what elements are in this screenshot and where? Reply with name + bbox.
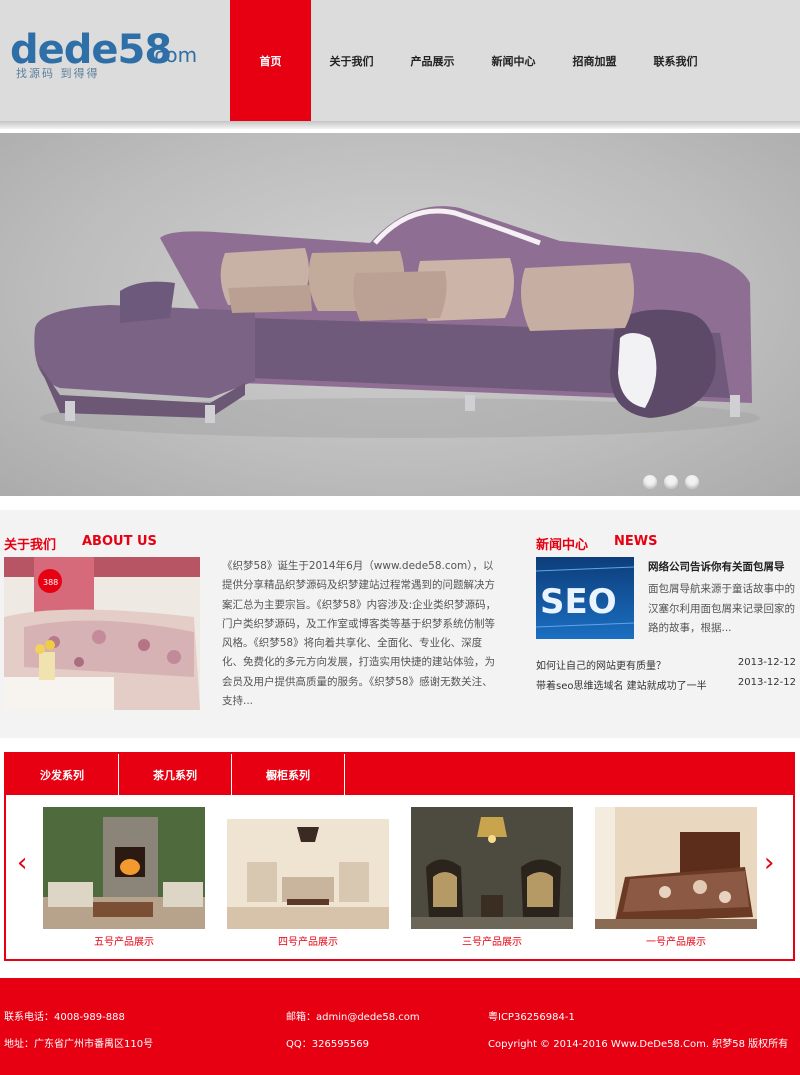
news-list-item[interactable]: 如何让自己的网站更有质量？ 2013-12-12: [536, 657, 796, 672]
news-title-en: NEWS: [614, 534, 658, 549]
slider-dot-3[interactable]: [685, 475, 699, 489]
product-tabs: 沙发系列 茶几系列 橱柜系列: [6, 754, 793, 795]
news-featured-title[interactable]: 网络公司告诉你有关面包屑导: [648, 559, 785, 574]
sofa-illustration: [34, 206, 760, 438]
logo-slogan: 找源码 到得得: [16, 67, 100, 80]
main-nav: 首页 关于我们 产品展示 新闻中心 招商加盟 联系我们: [230, 0, 716, 121]
news-title-cn: 新闻中心: [536, 538, 589, 553]
carousel-prev-arrow[interactable]: ‹: [17, 848, 27, 878]
product-card[interactable]: 四号产品展示: [227, 807, 389, 948]
tab-cabinet[interactable]: 橱柜系列: [232, 754, 345, 795]
nav-item-news[interactable]: 新闻中心: [473, 0, 554, 121]
nav-item-home[interactable]: 首页: [230, 0, 311, 121]
footer-address: 地址：广东省广州市番禺区110号: [4, 1039, 154, 1050]
news-featured-image[interactable]: SEO: [536, 557, 634, 639]
carousel-next-arrow[interactable]: ›: [764, 848, 774, 878]
product-image[interactable]: [43, 807, 205, 929]
hero-banner[interactable]: [0, 133, 800, 496]
product-image[interactable]: [227, 807, 389, 929]
news-item-title: 如何让自己的网站更有质量？: [536, 661, 666, 672]
product-card[interactable]: 一号产品展示: [595, 807, 757, 948]
nav-item-contact[interactable]: 联系我们: [635, 0, 716, 121]
nav-item-about[interactable]: 关于我们: [311, 0, 392, 121]
site-logo[interactable]: dede58 .com 找源码 到得得: [10, 28, 220, 88]
slider-dot-2[interactable]: [664, 475, 678, 489]
about-title-en: ABOUT US: [82, 534, 157, 549]
product-caption: 四号产品展示: [278, 937, 338, 948]
tab-sofa[interactable]: 沙发系列: [6, 754, 119, 795]
news-item-title: 带着seo思维选域名 建站就成功了一半: [536, 681, 707, 692]
news-featured-summary: 面包屑导航来源于童话故事中的汉塞尔利用面包屑来记录回家的路的故事，根据...: [648, 583, 795, 634]
product-caption: 三号产品展示: [462, 937, 522, 948]
logo-tld: .com: [148, 43, 198, 67]
about-text: 《织梦58》诞生于2014年6月（www.dede58.com），以提供分享精品…: [222, 560, 497, 708]
product-card[interactable]: 五号产品展示: [43, 807, 205, 948]
site-header: dede58 .com 找源码 到得得 首页 关于我们 产品展示 新闻中心 招商…: [0, 0, 800, 121]
product-card[interactable]: 三号产品展示: [411, 807, 573, 948]
footer-icp[interactable]: 粤ICP36256984-1: [488, 1008, 575, 1023]
about-title-cn: 关于我们: [4, 538, 57, 553]
site-footer: 联系电话：4008-989-888 地址：广东省广州市番禺区110号 邮箱：ad…: [0, 978, 800, 1075]
news-item-date: 2013-12-12: [737, 657, 796, 668]
product-caption: 五号产品展示: [94, 937, 154, 948]
footer-copyright: Copyright © 2014-2016 Www.DeDe58.Com. 织梦…: [488, 1039, 789, 1050]
product-caption: 一号产品展示: [646, 937, 706, 948]
news-list-item[interactable]: 带着seo思维选域名 建站就成功了一半 2013-12-12: [536, 677, 796, 692]
tab-coffee-table[interactable]: 茶几系列: [119, 754, 232, 795]
nav-item-products[interactable]: 产品展示: [392, 0, 473, 121]
about-image-badge: 388: [43, 578, 58, 587]
footer-email[interactable]: 邮箱：admin@dede58.com: [286, 1008, 420, 1023]
news-image-text: SEO: [540, 582, 617, 622]
nav-item-franchise[interactable]: 招商加盟: [554, 0, 635, 121]
news-item-date: 2013-12-12: [737, 677, 796, 688]
slider-dot-1[interactable]: [643, 475, 657, 489]
product-image[interactable]: [595, 807, 757, 929]
header-divider: [0, 121, 800, 129]
footer-qq: QQ：326595569: [286, 1039, 370, 1050]
product-image[interactable]: [411, 807, 573, 929]
slider-dots: [643, 475, 699, 489]
footer-phone: 联系电话：4008-989-888: [4, 1012, 125, 1023]
about-image[interactable]: 388: [4, 557, 200, 710]
